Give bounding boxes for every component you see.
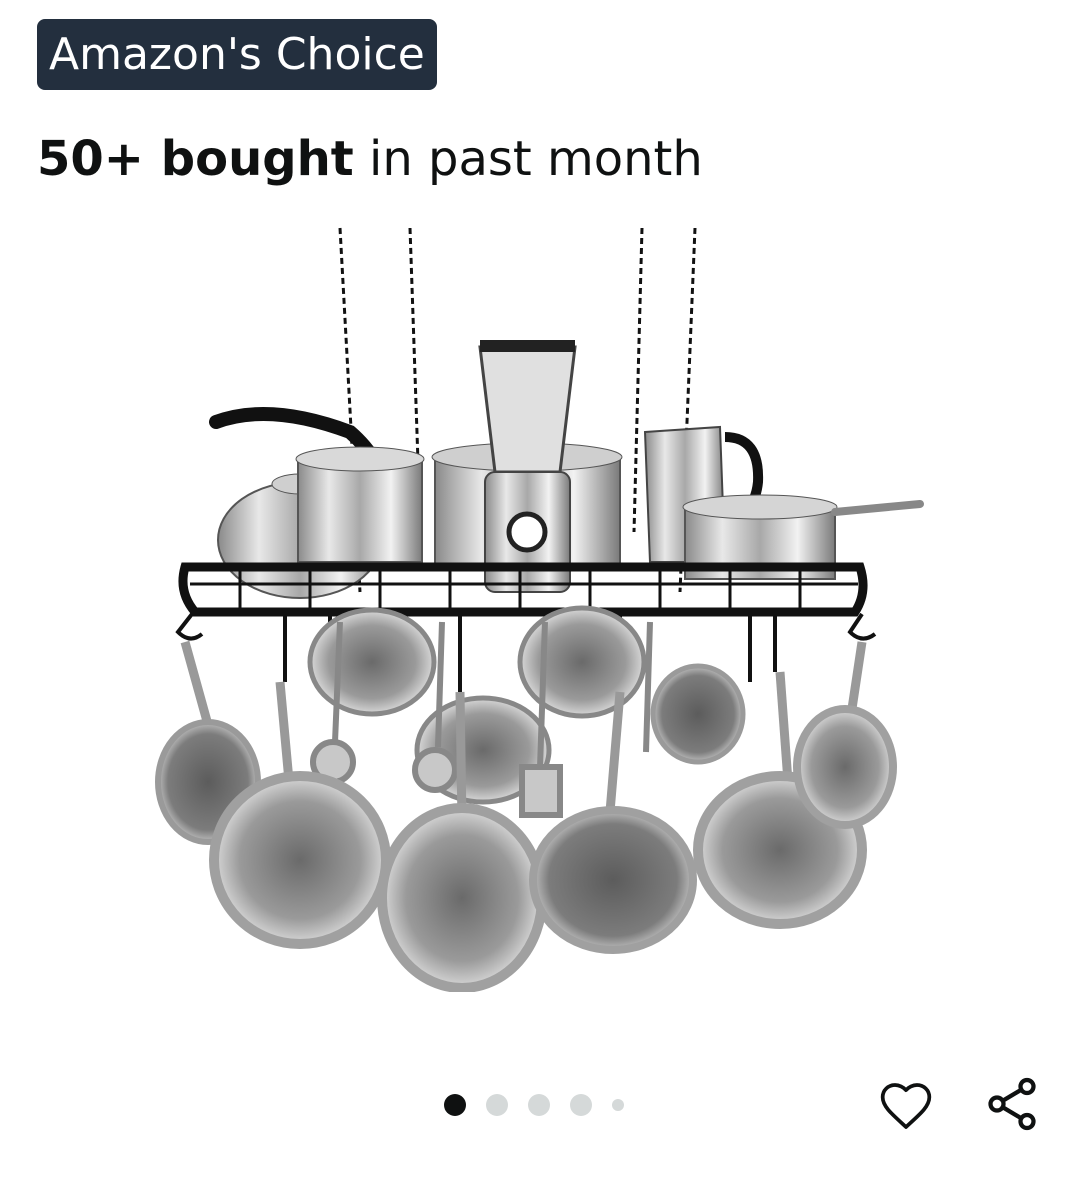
blender xyxy=(478,340,577,593)
image-carousel-indicator[interactable] xyxy=(444,1094,624,1116)
hanging-pan-back-left xyxy=(307,607,437,717)
carousel-dot-5[interactable] xyxy=(612,1099,624,1111)
heart-outline-icon xyxy=(880,1083,932,1129)
favorite-button[interactable] xyxy=(874,1074,938,1138)
hanging-pot-far-right xyxy=(793,641,897,829)
carousel-dot-4[interactable] xyxy=(570,1094,592,1116)
carousel-dot-3[interactable] xyxy=(528,1094,550,1116)
share-button[interactable] xyxy=(980,1072,1044,1136)
bought-suffix: in past month xyxy=(353,131,703,187)
hanging-pan-back-right xyxy=(517,605,647,719)
bought-count: 50+ bought xyxy=(37,131,354,187)
cropped-text-row xyxy=(0,0,1080,8)
product-detail-page: Amazon's Choice 50+ bought in past month xyxy=(0,0,1080,1191)
hanging-pot-left xyxy=(209,681,391,949)
badge-label: Amazon's Choice xyxy=(49,29,425,80)
hanging-pan-right-small xyxy=(650,663,746,765)
share-icon xyxy=(988,1077,1036,1131)
stockpot-left xyxy=(295,446,425,563)
amazons-choice-badge[interactable]: Amazon's Choice xyxy=(37,19,437,90)
carousel-dot-2[interactable] xyxy=(486,1094,508,1116)
product-image[interactable] xyxy=(150,222,930,992)
bought-in-past-month: 50+ bought in past month xyxy=(37,128,703,190)
carousel-dot-1[interactable] xyxy=(444,1094,466,1116)
